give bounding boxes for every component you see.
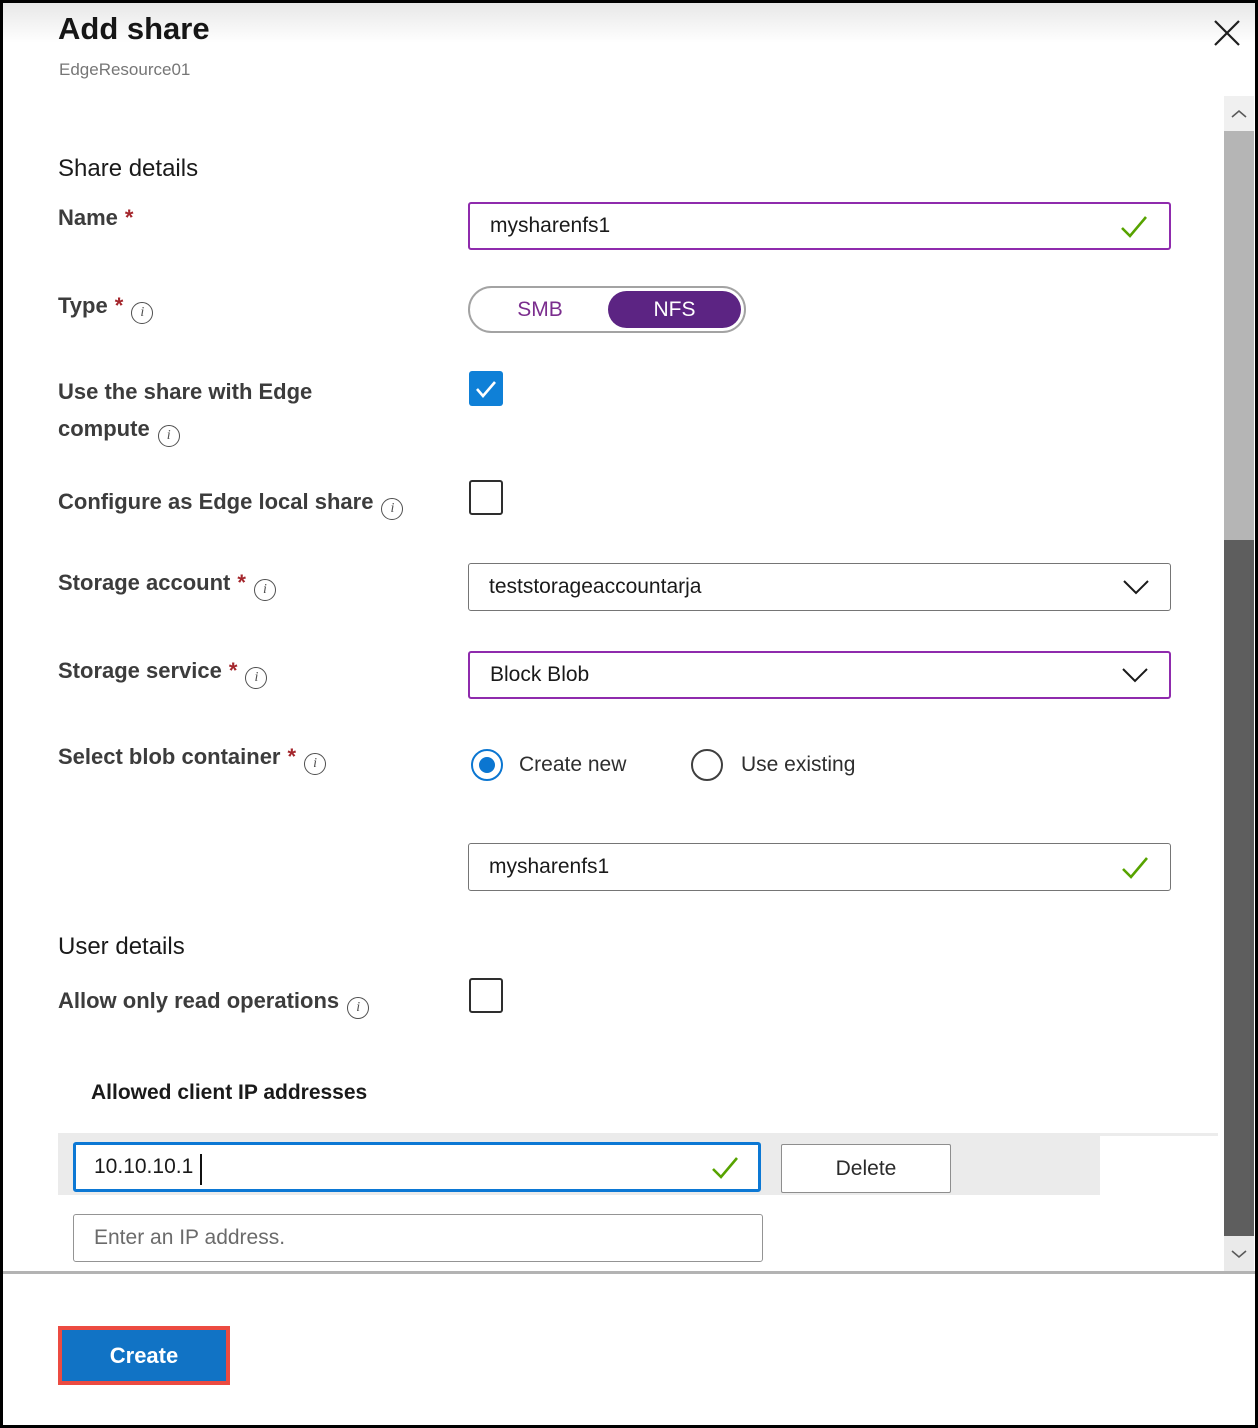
valid-check-icon: [1120, 854, 1150, 881]
page-title: Add share: [58, 11, 210, 47]
text-cursor: [200, 1154, 202, 1185]
resource-breadcrumb: EdgeResource01: [59, 60, 190, 80]
read-only-label: Allow only read operationsi: [58, 982, 369, 1019]
required-asterisk: *: [229, 658, 238, 683]
container-name-input[interactable]: mysharenfs1: [468, 843, 1171, 891]
allowed-ips-heading: Allowed client IP addresses: [91, 1081, 367, 1105]
scrollbar-down-button[interactable]: [1224, 1236, 1254, 1271]
info-icon[interactable]: i: [304, 753, 326, 775]
chevron-down-icon: [1230, 1249, 1248, 1259]
storage-account-label: Storage account*i: [58, 564, 276, 601]
valid-check-icon: [710, 1154, 740, 1181]
required-asterisk: *: [115, 293, 124, 318]
storage-service-value: Block Blob: [490, 663, 589, 687]
close-button[interactable]: [1209, 15, 1245, 51]
type-label: Type*i: [58, 287, 153, 324]
info-icon[interactable]: i: [347, 997, 369, 1019]
new-ip-placeholder: Enter an IP address.: [94, 1226, 285, 1250]
chevron-up-icon: [1230, 109, 1248, 119]
info-icon[interactable]: i: [381, 498, 403, 520]
valid-check-icon: [1119, 213, 1149, 240]
type-toggle: SMB NFS: [468, 286, 746, 333]
scrollbar-up-button[interactable]: [1224, 96, 1254, 131]
info-icon[interactable]: i: [254, 579, 276, 601]
name-value: mysharenfs1: [490, 214, 610, 238]
close-icon: [1211, 17, 1243, 49]
edge-local-checkbox[interactable]: [469, 480, 503, 515]
name-label: Name*: [58, 199, 133, 236]
ip-address-value: 10.10.10.1: [94, 1155, 193, 1179]
footer-divider: [3, 1271, 1255, 1274]
edge-compute-checkbox[interactable]: [469, 371, 503, 406]
storage-service-label: Storage service*i: [58, 652, 267, 689]
new-ip-input[interactable]: Enter an IP address.: [73, 1214, 763, 1262]
required-asterisk: *: [125, 205, 134, 230]
container-name-value: mysharenfs1: [489, 855, 609, 879]
name-input[interactable]: mysharenfs1: [468, 202, 1171, 250]
storage-service-dropdown[interactable]: Block Blob: [468, 651, 1171, 699]
create-button[interactable]: Create: [62, 1330, 226, 1381]
storage-account-value: teststorageaccountarja: [489, 575, 701, 599]
chevron-down-icon: [1122, 579, 1150, 595]
edge-local-label: Configure as Edge local sharei: [58, 483, 403, 520]
annotation-highlight: Create: [58, 1326, 230, 1385]
radio-dot: [479, 757, 495, 773]
ip-row-edge-line: [1100, 1133, 1218, 1136]
storage-account-dropdown[interactable]: teststorageaccountarja: [468, 563, 1171, 611]
chevron-down-icon: [1121, 667, 1149, 683]
radio-create-new-label[interactable]: Create new: [519, 753, 626, 777]
read-only-checkbox[interactable]: [469, 978, 503, 1013]
type-option-smb[interactable]: SMB: [470, 288, 610, 331]
section-user-details: User details: [58, 933, 185, 961]
radio-create-new[interactable]: [471, 749, 503, 781]
type-option-nfs[interactable]: NFS: [608, 291, 741, 328]
section-share-details: Share details: [58, 155, 198, 183]
ip-address-input[interactable]: 10.10.10.1: [73, 1142, 761, 1192]
radio-use-existing-label[interactable]: Use existing: [741, 753, 855, 777]
radio-use-existing[interactable]: [691, 749, 723, 781]
required-asterisk: *: [288, 744, 297, 769]
info-icon[interactable]: i: [245, 667, 267, 689]
info-icon[interactable]: i: [131, 302, 153, 324]
info-icon[interactable]: i: [158, 425, 180, 447]
blob-container-label: Select blob container*i: [58, 738, 326, 775]
add-share-panel: Add share EdgeResource01 Share details N…: [0, 0, 1258, 1428]
scrollbar-track[interactable]: [1224, 131, 1254, 540]
required-asterisk: *: [237, 570, 246, 595]
delete-button[interactable]: Delete: [781, 1144, 951, 1193]
edge-compute-label: Use the share with Edge computei: [58, 373, 388, 447]
checkmark-icon: [474, 379, 498, 399]
scrollbar-thumb[interactable]: [1224, 540, 1254, 1236]
